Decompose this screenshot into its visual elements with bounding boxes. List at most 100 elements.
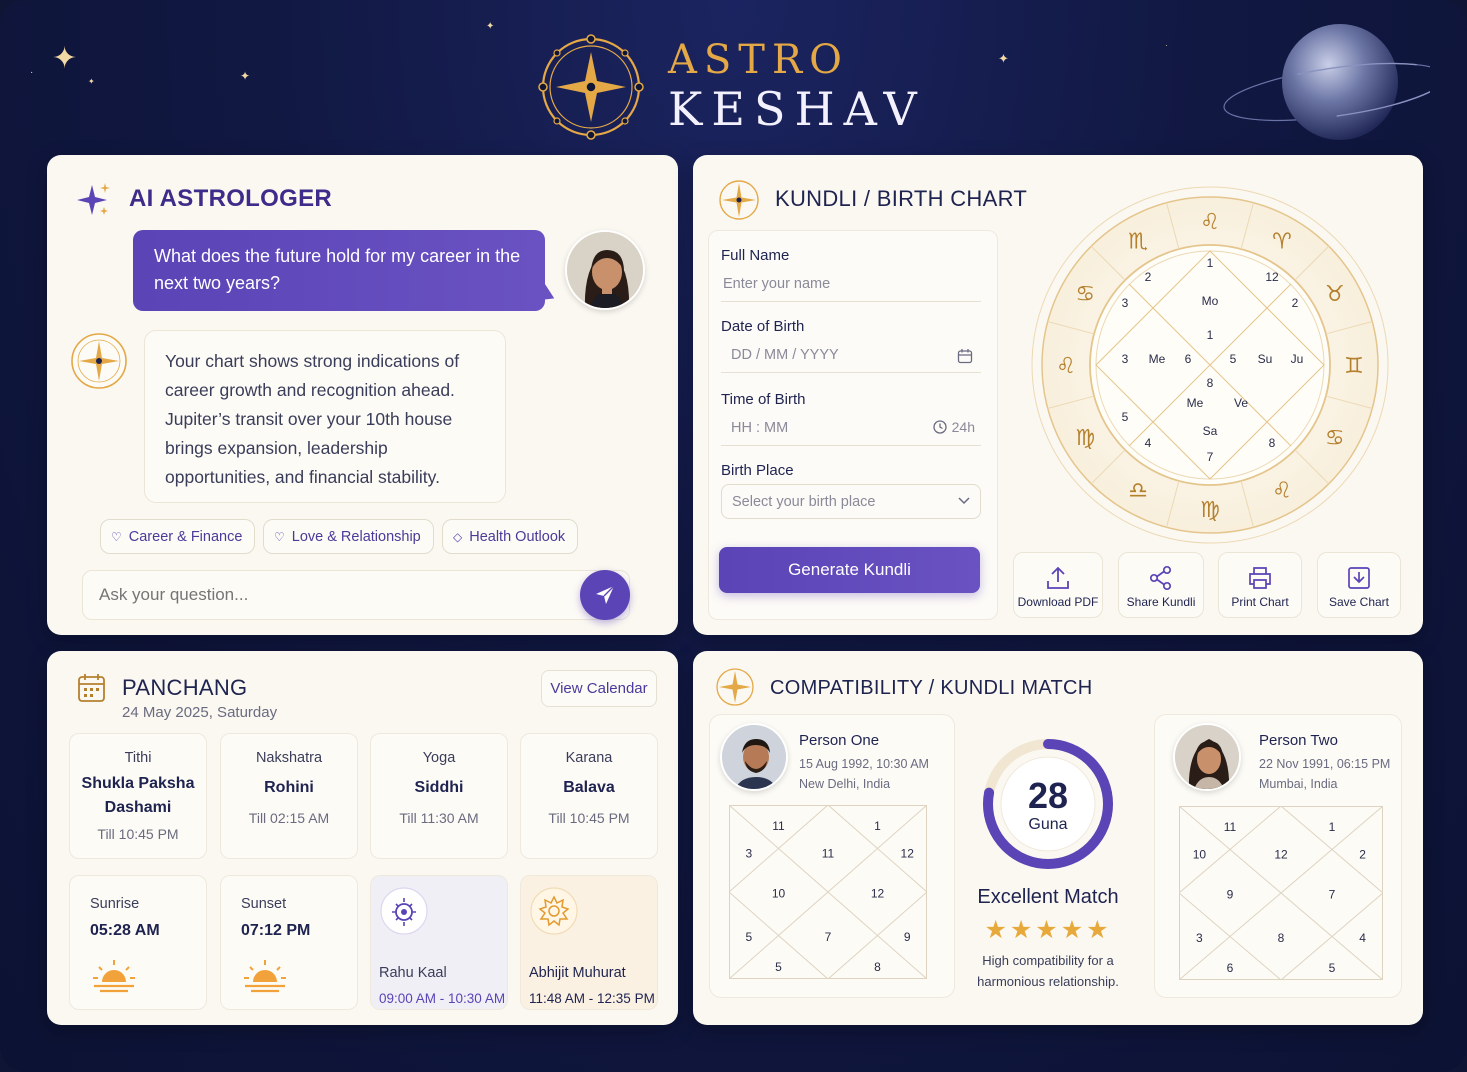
person-one-panel: Person One 15 Aug 1992, 10:30 AM New Del…	[709, 714, 955, 998]
zodiac-sign-icon: ♋	[1075, 282, 1095, 307]
chip-label: Health Outlook	[469, 528, 566, 545]
birth-place-placeholder: Select your birth place	[732, 493, 876, 510]
house-number: 2	[1145, 270, 1152, 284]
save-chart-button[interactable]: Save Chart	[1317, 552, 1401, 618]
tile-label: Nakshatra	[255, 750, 323, 766]
kundli-card: KUNDLI / BIRTH CHART Full Name Enter you…	[693, 155, 1423, 635]
planet-icon	[1223, 24, 1430, 140]
chip-career-finance[interactable]: ♡ Career & Finance	[100, 519, 256, 554]
rahu-kaal-label: Rahu Kaal	[379, 965, 447, 981]
tithi-tile: Tithi Shukla Paksha Dashami Till 10:45 P…	[69, 733, 207, 859]
zodiac-sign-icon: ♎	[1128, 479, 1148, 504]
generate-kundli-button[interactable]: Generate Kundli	[719, 547, 980, 593]
tile-value: Shukla Paksha Dashami	[81, 775, 195, 816]
compass-star-icon	[719, 180, 759, 220]
view-calendar-button[interactable]: View Calendar	[541, 670, 657, 707]
grid-line	[1179, 806, 1383, 980]
planet-label: Ve	[1234, 396, 1248, 410]
house-number: 9	[904, 930, 911, 944]
zodiac-sign-icon: ♈	[1272, 229, 1292, 254]
dob-label: Date of Birth	[721, 318, 805, 335]
chevron-down-icon	[958, 497, 970, 505]
tile-label: Tithi	[124, 750, 152, 766]
house-number: 3	[1196, 931, 1203, 945]
person-two-name: Person Two	[1259, 732, 1338, 749]
tile-till: Till 02:15 AM	[248, 810, 330, 826]
zodiac-sign-icon: ♏	[1128, 229, 1148, 254]
clock-icon	[932, 420, 947, 434]
print-chart-button[interactable]: Print Chart	[1218, 552, 1302, 618]
user-message: What does the future hold for my career …	[133, 230, 545, 311]
send-button[interactable]	[580, 570, 630, 620]
sunrise-label: Sunrise	[90, 896, 140, 912]
ai-astrologer-card: AI ASTROLOGER What does the future hold …	[47, 155, 678, 635]
man-portrait-icon	[722, 725, 786, 789]
calendar-icon[interactable]	[957, 348, 973, 364]
planet-label: Sa	[1203, 424, 1218, 438]
birth-place-label: Birth Place	[721, 462, 794, 479]
full-name-field[interactable]: Enter your name	[721, 267, 981, 302]
card-title: AI ASTROLOGER	[129, 185, 333, 212]
header: ASTRO KESHAV	[0, 0, 1467, 150]
karana-tile: Karana Balava Till 10:45 PM	[520, 733, 658, 859]
action-label: Download PDF	[1017, 595, 1099, 609]
time-format-toggle[interactable]: 24h	[932, 419, 975, 435]
house-number: 2	[1292, 296, 1299, 310]
panchang-date: 24 May 2025, Saturday	[122, 704, 278, 721]
zodiac-sign-icon: ♌	[1056, 354, 1076, 379]
house-number: 7	[1329, 888, 1336, 902]
person-one-name: Person One	[799, 732, 880, 749]
chip-health-outlook[interactable]: ◇ Health Outlook	[442, 519, 579, 554]
house-number: 8	[1278, 931, 1285, 945]
save-icon	[1348, 567, 1370, 589]
zodiac-sign-icon: ♋	[1325, 426, 1345, 451]
upload-icon	[1047, 566, 1069, 589]
dob-field[interactable]: DD / MM / YYYY	[721, 338, 981, 373]
send-icon	[596, 585, 615, 604]
heart-icon: ♡	[274, 529, 285, 544]
share-kundli-button[interactable]: Share Kundli	[1118, 552, 1204, 618]
house-number: 5	[1230, 352, 1237, 366]
match-description: High compatibility for a harmonious rela…	[977, 953, 1119, 989]
heart-shield-icon: ♡	[111, 529, 122, 544]
chip-love-relationship[interactable]: ♡ Love & Relationship	[263, 519, 434, 554]
full-name-label: Full Name	[721, 247, 790, 264]
house-number: 11	[822, 847, 835, 861]
card-title: PANCHANG	[122, 675, 248, 700]
person-one-avatar	[720, 723, 788, 791]
zodiac-sign-icon: ♍	[1200, 498, 1220, 523]
birth-chart-wheel: ♈ ♉ ♊ ♋ ♌ ♍ ♎ ♍ ♌ ♋ ♏ ♌ 1 12 2 2 3 1 3 6 5 8 5 4 7 8 Mo Me Su Ju Me Ve…	[1031, 186, 1389, 544]
person-two-avatar	[1173, 723, 1241, 791]
rahu-kaal-time: 09:00 AM - 10:30 AM	[379, 991, 506, 1006]
house-number: 3	[1122, 296, 1129, 310]
match-label: Excellent Match	[977, 886, 1119, 908]
brand-line-2: KESHAV	[668, 82, 926, 136]
sunrise-time: 05:28 AM	[90, 922, 160, 939]
house-number: 6	[1185, 352, 1192, 366]
house-number: 1	[1207, 256, 1214, 270]
rahu-icon	[380, 887, 428, 935]
house-number: 8	[1269, 436, 1276, 450]
birth-place-select[interactable]: Select your birth place	[721, 484, 981, 519]
panchang-card: PANCHANG 24 May 2025, Saturday View Cale…	[47, 651, 678, 1025]
download-pdf-button[interactable]: Download PDF	[1013, 552, 1103, 618]
tob-label: Time of Birth	[721, 391, 806, 408]
zodiac-sign-icon: ♌	[1200, 210, 1220, 235]
abhijit-muhurat-tile: Abhijit Muhurat 11:48 AM - 12:35 PM	[520, 875, 658, 1010]
tob-field[interactable]: HH : MM 24h	[721, 411, 981, 446]
tile-till: Till 10:45 PM	[548, 810, 630, 826]
logo-emblem-icon	[538, 34, 644, 140]
sun-emblem-icon	[530, 887, 578, 935]
person-one-dob: 15 Aug 1992, 10:30 AM	[799, 757, 929, 771]
person-two-dob: 22 Nov 1991, 06:15 PM	[1259, 757, 1391, 771]
house-number: 1	[1329, 820, 1336, 834]
nakshatra-tile: Nakshatra Rohini Till 02:15 AM	[220, 733, 358, 859]
sparkle-icon	[77, 183, 110, 215]
sunset-time: 07:12 PM	[241, 922, 311, 939]
zodiac-sign-icon: ♌	[1272, 479, 1292, 504]
full-name-placeholder: Enter your name	[723, 276, 831, 292]
sunset-icon	[244, 960, 286, 993]
house-number: 6	[1227, 961, 1234, 975]
house-number: 5	[775, 960, 782, 974]
ask-input[interactable]	[83, 571, 573, 619]
